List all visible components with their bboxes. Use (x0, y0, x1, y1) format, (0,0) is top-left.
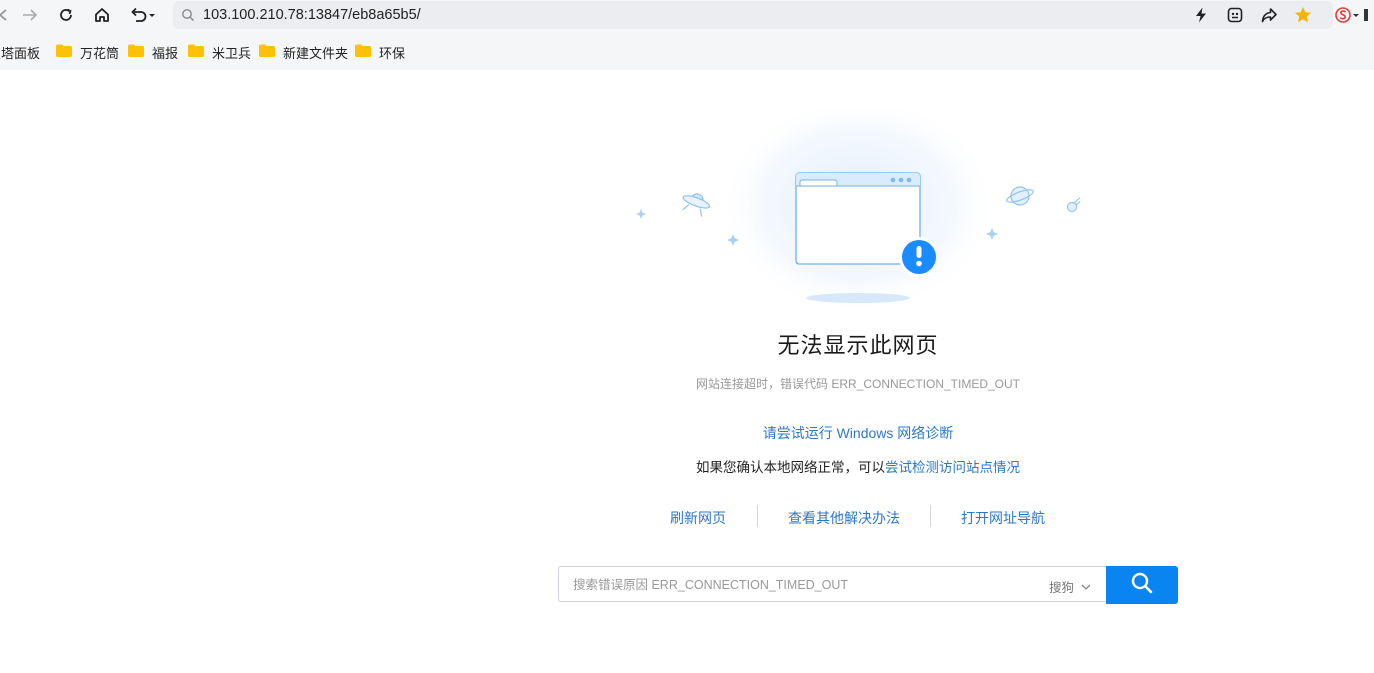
share-icon[interactable] (1258, 4, 1280, 26)
error-title: 无法显示此网页 (777, 333, 939, 358)
bookmark-label: 宝塔面板 (0, 45, 41, 61)
sogou-logo-icon[interactable] (1334, 4, 1368, 26)
network-diagnose-link[interactable]: 请尝试运行 Windows 网络诊断 (658, 423, 1058, 443)
search-engine-select[interactable]: 搜狗 (1049, 577, 1091, 596)
bookmark-item[interactable]: 宝塔面板 (0, 43, 40, 61)
folder-icon (259, 44, 275, 60)
bookmark-folder[interactable]: 环保 (355, 43, 405, 61)
error-search-input[interactable] (571, 575, 1035, 595)
error-subtitle: 网站连接超时，错误代码 ERR_CONNECTION_TIMED_OUT (695, 377, 1021, 391)
bookmark-label: 福报 (152, 45, 179, 61)
search-icon (181, 8, 195, 27)
error-actions: 刷新网页 查看其他解决办法 打开网址导航 (640, 505, 1080, 529)
refresh-page-link[interactable]: 刷新网页 (670, 508, 726, 528)
extension-icon[interactable] (1224, 4, 1246, 26)
folder-icon (128, 44, 144, 60)
bookmark-label: 米卫兵 (212, 45, 252, 61)
bookmark-folder[interactable]: 新建文件夹 (259, 43, 348, 61)
site-check-link[interactable]: 尝试检测访问站点情况 (885, 460, 1020, 475)
network-hint: 如果您确认本地网络正常，可以尝试检测访问站点情况 (608, 456, 1108, 476)
bookmark-label: 新建文件夹 (283, 45, 349, 61)
star-icon[interactable] (1292, 4, 1314, 26)
bookmark-label: 环保 (379, 45, 406, 61)
divider (757, 505, 758, 527)
chevron-down-icon (1081, 580, 1091, 594)
error-illustration (620, 95, 1100, 315)
undo-icon[interactable] (128, 4, 158, 26)
bookmarks-bar: 宝塔面板 万花筒 福报 米卫兵 新建文件夹 环保 (0, 32, 1374, 70)
url-navigation-link[interactable]: 打开网址导航 (961, 508, 1045, 528)
search-engine-label: 搜狗 (1049, 581, 1075, 595)
forward-arrow-icon[interactable] (18, 4, 42, 26)
hint-text: 如果您确认本地网络正常，可以 (696, 460, 885, 475)
other-solutions-link[interactable]: 查看其他解决办法 (788, 508, 900, 528)
address-url[interactable]: 103.100.210.78:13847/eb8a65b5/ (203, 7, 421, 23)
folder-icon (188, 44, 204, 60)
bookmark-folder[interactable]: 福报 (128, 43, 178, 61)
folder-icon (56, 44, 72, 60)
reload-icon[interactable] (54, 4, 78, 26)
back-arrow-icon[interactable] (0, 4, 16, 26)
lightning-icon[interactable] (1190, 4, 1212, 26)
browser-toolbar: 103.100.210.78:13847/eb8a65b5/ (0, 0, 1374, 32)
search-icon (1131, 572, 1153, 599)
divider (930, 505, 931, 527)
bookmark-folder[interactable]: 米卫兵 (188, 43, 251, 61)
folder-icon (355, 44, 371, 60)
address-bar[interactable]: 103.100.210.78:13847/eb8a65b5/ (173, 1, 1333, 29)
search-button[interactable] (1106, 566, 1178, 604)
home-icon[interactable] (90, 4, 114, 26)
error-search-box: 搜狗 (558, 566, 1106, 602)
bookmark-folder[interactable]: 万花筒 (56, 43, 119, 61)
bookmark-label: 万花筒 (80, 45, 120, 61)
